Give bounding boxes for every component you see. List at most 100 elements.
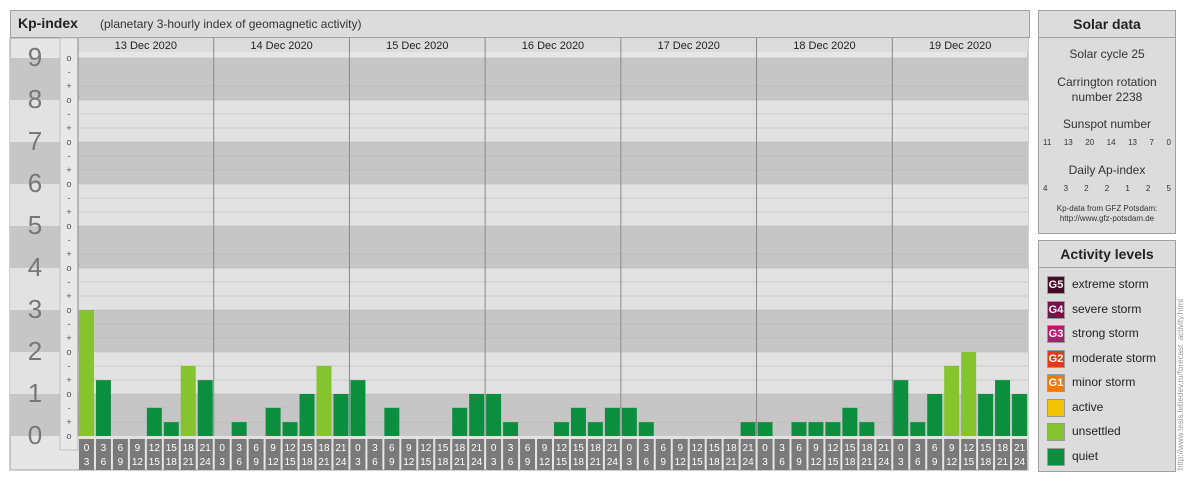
interval-end-label: 24 (743, 457, 755, 468)
interval-end-label: 6 (508, 457, 514, 468)
interval-end-label: 18 (844, 457, 856, 468)
interval-end-label: 24 (200, 457, 212, 468)
interval-end-label: 12 (539, 457, 551, 468)
kp-band (78, 58, 1028, 100)
level-label: moderate storm (1072, 350, 1157, 365)
interval-end-label: 3 (84, 457, 90, 468)
kp-bar (893, 380, 909, 436)
interval-end-label: 15 (692, 457, 704, 468)
interval-start-label: 9 (406, 443, 412, 454)
kp-band (78, 310, 1028, 352)
ap-value: 1 (1125, 184, 1130, 193)
thirds-tick-label: + (66, 123, 71, 133)
level-label: severe storm (1072, 301, 1142, 316)
thirds-tick-label: - (68, 67, 71, 77)
interval-start-label: 9 (813, 443, 819, 454)
kp-bar (231, 422, 247, 436)
kp-bar (316, 365, 332, 436)
interval-start-label: 21 (878, 443, 890, 454)
interval-start-label: 9 (270, 443, 276, 454)
interval-end-label: 21 (726, 457, 738, 468)
y-tick-label: 4 (28, 252, 42, 282)
interval-start-label: 21 (335, 443, 347, 454)
interval-end-label: 21 (861, 457, 873, 468)
day-label: 19 Dec 2020 (929, 40, 991, 52)
day-label: 17 Dec 2020 (658, 40, 720, 52)
interval-end-label: 21 (183, 457, 195, 468)
y-tick-label: 9 (28, 42, 42, 72)
level-swatch (1047, 398, 1065, 417)
kp-band (78, 352, 1028, 394)
interval-start-label: 3 (779, 443, 785, 454)
kp-bar (180, 365, 196, 436)
thirds-tick-label: - (68, 193, 71, 203)
thirds-tick-label: + (66, 417, 71, 427)
thirds-tick-label: + (66, 207, 71, 217)
level-label: extreme storm (1072, 277, 1149, 291)
sunspot-value: 20 (1085, 138, 1095, 147)
kp-chart: o+-o+-o+-o+-o+-o+-o+-o+-o+-o0123456789 13… (9, 37, 1029, 471)
interval-end-label: 24 (471, 457, 483, 468)
y-tick-label: 3 (28, 294, 42, 324)
kp-bar (638, 422, 654, 436)
y-tick-label: 7 (28, 126, 42, 156)
interval-end-label: 3 (355, 457, 361, 468)
sunspot-value: 14 (1106, 138, 1116, 147)
interval-end-label: 12 (132, 457, 144, 468)
sunspot-value: 7 (1149, 138, 1154, 147)
interval-end-label: 18 (301, 457, 313, 468)
level-label: quiet (1072, 448, 1099, 463)
interval-start-label: 12 (284, 443, 296, 454)
interval-end-label: 3 (898, 457, 904, 468)
interval-end-label: 24 (335, 457, 347, 468)
interval-end-label: 12 (675, 457, 687, 468)
ap-value: 2 (1145, 184, 1151, 193)
activity-level-item: active (1047, 398, 1175, 417)
interval-start-label: 0 (762, 443, 768, 454)
interval-start-label: 0 (898, 443, 904, 454)
interval-start-label: 6 (660, 443, 666, 454)
thirds-tick-label: - (68, 109, 71, 119)
interval-start-label: 0 (355, 443, 361, 454)
interval-end-label: 9 (389, 457, 395, 468)
thirds-tick-label: o (66, 179, 71, 189)
interval-end-label: 18 (573, 457, 585, 468)
kp-bar (910, 422, 926, 436)
thirds-tick-label: + (66, 165, 71, 175)
credit-line-1: Kp-data from GFZ Potsdam: (1056, 204, 1158, 213)
interval-start-label: 12 (149, 443, 161, 454)
interval-end-label: 6 (372, 457, 378, 468)
interval-end-label: 21 (997, 457, 1009, 468)
level-swatch (1047, 423, 1065, 441)
sunspot-value: 0 (1166, 138, 1171, 147)
kp-bar (95, 380, 111, 436)
activity-level-item: G5 extreme storm (1047, 276, 1175, 294)
carrington-line-2: number 2238 (1071, 90, 1143, 104)
kp-bar (978, 394, 994, 436)
kp-bar (197, 380, 213, 436)
interval-start-label: 3 (236, 443, 242, 454)
interval-start-label: 15 (844, 443, 856, 454)
kp-bar (146, 407, 162, 436)
interval-start-label: 15 (301, 443, 313, 454)
thirds-tick-label: + (66, 249, 71, 259)
interval-end-label: 18 (437, 457, 449, 468)
interval-end-label: 9 (796, 457, 802, 468)
kp-bar (452, 407, 468, 436)
interval-end-label: 15 (827, 457, 839, 468)
sunspot-value: 11 (1043, 138, 1052, 147)
kp-band (78, 142, 1028, 184)
interval-start-label: 6 (253, 443, 259, 454)
kp-bar (927, 394, 943, 436)
interval-start-label: 18 (997, 443, 1009, 454)
interval-start-label: 6 (525, 443, 531, 454)
interval-start-label: 12 (692, 443, 704, 454)
interval-end-label: 3 (491, 457, 497, 468)
level-swatch: G2 (1047, 349, 1065, 368)
solar-data-panel: Solar data Solar cycle 25 Carrington rot… (1038, 10, 1176, 234)
kp-bar (1012, 394, 1027, 436)
kp-bar (791, 422, 807, 436)
interval-end-label: 3 (219, 457, 225, 468)
kp-bar (587, 422, 603, 436)
interval-end-label: 9 (253, 457, 259, 468)
